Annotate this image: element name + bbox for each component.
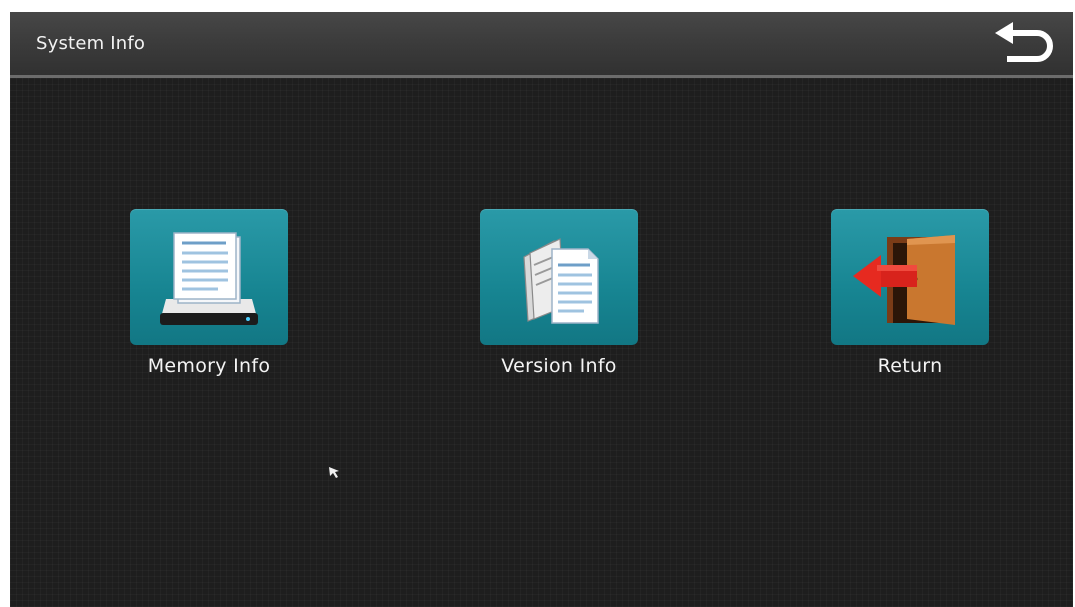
exit-door-icon bbox=[853, 235, 955, 325]
version-info-button[interactable]: Version Info bbox=[464, 209, 654, 399]
back-button[interactable] bbox=[987, 20, 1059, 70]
memory-info-button[interactable]: Memory Info bbox=[114, 209, 304, 399]
documents-stack-icon bbox=[523, 238, 599, 324]
system-info-screen: System Info Memory Info Version Info Ret… bbox=[10, 12, 1073, 607]
title-bar: System Info bbox=[10, 12, 1073, 78]
hard-drive-document-icon bbox=[160, 232, 258, 325]
memory-info-label: Memory Info bbox=[147, 355, 271, 377]
version-info-label: Version Info bbox=[501, 355, 617, 377]
undo-arrow-icon bbox=[995, 22, 1053, 62]
page-title: System Info bbox=[36, 33, 146, 54]
return-button[interactable]: Return bbox=[815, 209, 1005, 399]
version-info-icon-box bbox=[480, 209, 638, 345]
memory-info-icon-box bbox=[130, 209, 288, 345]
return-label: Return bbox=[877, 355, 943, 377]
return-icon-box bbox=[831, 209, 989, 345]
mouse-pointer-icon bbox=[329, 467, 339, 478]
